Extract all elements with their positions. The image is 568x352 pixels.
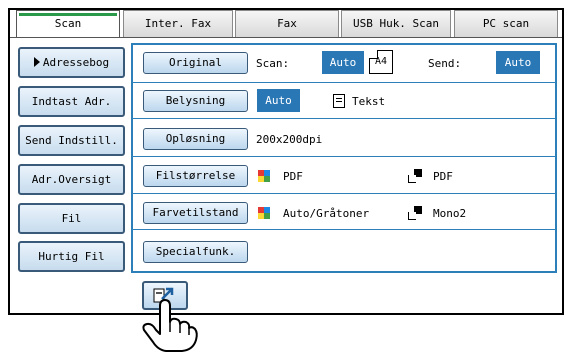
quick-file-button[interactable]: Hurtig Fil (18, 241, 125, 272)
tab-fax[interactable]: Fax (235, 10, 339, 37)
original-button[interactable]: Original (143, 52, 248, 74)
tab-underline (10, 37, 562, 38)
mono-icon (408, 206, 422, 220)
tab-usb-scan[interactable]: USB Huk. Scan (341, 10, 451, 37)
divider (133, 156, 555, 157)
mono-file-format: PDF (433, 170, 453, 183)
mono-mode-value: Mono2 (433, 207, 467, 220)
exposure-mode: Tekst (352, 95, 386, 108)
divider (133, 82, 555, 83)
divider (133, 193, 555, 194)
scan-value: Auto (322, 51, 364, 74)
settings-box (131, 43, 557, 273)
scan-label: Scan: (256, 57, 290, 70)
address-book-label: Adressebog (42, 56, 110, 69)
color-icon (258, 207, 270, 219)
text-document-icon (333, 94, 345, 108)
tab-scan[interactable]: Scan (16, 10, 120, 37)
send-settings-button[interactable]: Send Indstill. (18, 125, 125, 156)
exposure-button[interactable]: Belysning (143, 90, 248, 112)
mono-icon (408, 169, 422, 183)
paper-size-label: A4 (374, 56, 388, 67)
color-icon (258, 170, 270, 182)
divider (133, 229, 555, 230)
color-mode-value: Auto/Gråtoner (283, 207, 370, 220)
color-mode-button[interactable]: Farvetilstand (143, 202, 248, 224)
exposure-value: Auto (257, 89, 300, 112)
paper-size-icon: A4 (369, 50, 393, 74)
send-label: Send: (428, 57, 462, 70)
enter-address-button[interactable]: Indtast Adr. (18, 86, 125, 117)
color-file-format: PDF (283, 170, 303, 183)
divider (133, 118, 555, 119)
special-modes-button[interactable]: Specialfunk. (143, 241, 248, 263)
file-button[interactable]: Fil (18, 203, 125, 234)
resolution-button[interactable]: Opløsning (143, 128, 248, 150)
send-value: Auto (496, 51, 540, 74)
tab-internet-fax[interactable]: Inter. Fax (123, 10, 233, 37)
file-format-button[interactable]: Filstørrelse (143, 165, 248, 187)
resolution-value: 200x200dpi (256, 133, 323, 146)
hand-pointer-icon (142, 299, 198, 352)
triangle-right-icon (33, 57, 40, 67)
tab-pc-scan[interactable]: PC scan (454, 10, 558, 37)
address-review-button[interactable]: Adr.Oversigt (18, 164, 125, 195)
address-book-button[interactable]: Adressebog (18, 47, 125, 78)
